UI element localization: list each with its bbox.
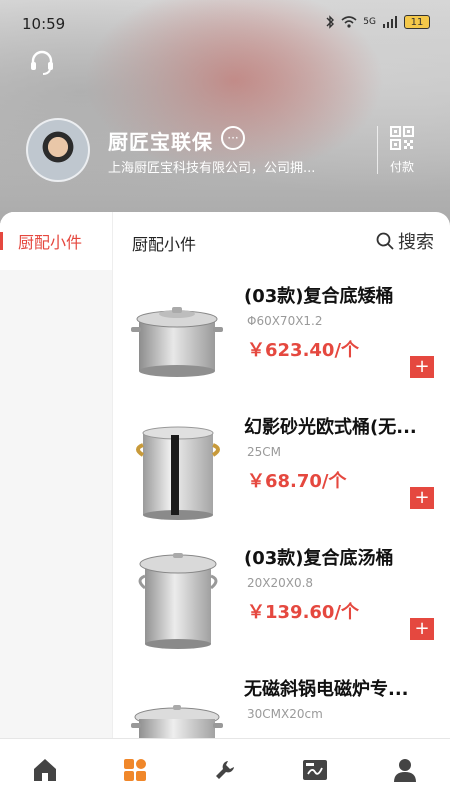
more-options-button[interactable]: ··· <box>221 126 245 150</box>
nav-home[interactable] <box>20 750 70 790</box>
bottom-navigation <box>0 738 450 800</box>
network-type: 5G <box>363 17 376 27</box>
product-image <box>131 307 223 377</box>
plus-icon: + <box>414 487 430 508</box>
wrench-icon <box>216 760 234 779</box>
category-title: 厨配小件 <box>132 235 197 254</box>
status-bar: 10:59 5G 11 <box>0 0 450 48</box>
company-name: 厨匠宝联保 <box>108 130 213 154</box>
grid-icon <box>124 758 146 781</box>
sidebar-item-kitchen-accessories[interactable]: 厨配小件 <box>0 212 112 270</box>
product-spec: 20X20X0.8 <box>247 576 314 590</box>
search-icon <box>376 232 394 250</box>
product-price: ￥139.60/个 <box>247 602 360 623</box>
product-price: ￥68.70/个 <box>247 471 347 492</box>
product-spec: Φ60X70X1.2 <box>247 314 323 328</box>
status-icons: 5G 11 <box>325 15 430 29</box>
search-label: 搜索 <box>398 232 434 253</box>
nav-categories[interactable] <box>110 750 160 790</box>
avatar[interactable] <box>26 118 90 182</box>
qr-code-icon <box>390 126 414 150</box>
product-spec: 30CMX20cm <box>247 707 323 721</box>
product-item[interactable]: 幻影砂光欧式桶(无... 25CM ￥68.70/个 + <box>113 405 450 535</box>
nav-payment[interactable] <box>290 750 340 790</box>
payment-card-icon <box>303 759 327 780</box>
category-sidebar: 厨配小件 <box>0 212 113 738</box>
product-name: 无磁斜锅电磁炉专... <box>244 679 409 700</box>
pay-button[interactable]: 付款 <box>388 126 416 175</box>
wifi-icon <box>341 16 357 28</box>
product-image <box>136 426 220 520</box>
plus-icon: + <box>414 618 430 639</box>
product-image <box>138 553 218 649</box>
product-list-panel: 厨配小件 搜索 (03款)复合底矮桶 Φ60X70X1.2 ￥623.40/个 … <box>113 212 450 738</box>
add-to-cart-button[interactable]: + <box>410 618 434 640</box>
add-to-cart-button[interactable]: + <box>410 356 434 378</box>
battery-level: 11 <box>410 16 424 28</box>
pay-divider <box>377 126 378 174</box>
plus-icon: + <box>414 356 430 377</box>
product-spec: 25CM <box>247 445 282 459</box>
ellipsis-circle-icon: ··· <box>227 131 239 145</box>
product-price: ￥623.40/个 <box>247 340 360 361</box>
nav-profile[interactable] <box>380 750 430 790</box>
search-button[interactable]: 搜索 <box>376 228 434 254</box>
pay-label: 付款 <box>389 160 414 174</box>
user-icon <box>394 758 416 782</box>
product-image <box>131 705 223 738</box>
status-time: 10:59 <box>22 15 66 33</box>
product-name: (03款)复合底汤桶 <box>244 548 394 569</box>
product-item[interactable]: 无磁斜锅电磁炉专... 30CMX20cm <box>113 667 450 738</box>
add-to-cart-button[interactable]: + <box>410 487 434 509</box>
product-name: (03款)复合底矮桶 <box>244 286 394 307</box>
bluetooth-icon <box>326 15 335 29</box>
sidebar-item-label: 厨配小件 <box>18 233 83 252</box>
signal-icon <box>383 16 397 28</box>
nav-service[interactable] <box>200 750 250 790</box>
home-icon <box>34 758 56 781</box>
customer-service-icon[interactable] <box>28 48 56 76</box>
product-item[interactable]: (03款)复合底矮桶 Φ60X70X1.2 ￥623.40/个 + <box>113 274 450 404</box>
main-sheet: 厨配小件 厨配小件 搜索 (03款)复合底矮桶 Φ60X70X1.2 ￥623.… <box>0 212 450 738</box>
battery-icon: 11 <box>404 15 430 29</box>
company-description: 上海厨匠宝科技有限公司，公司拥... <box>108 161 316 176</box>
product-name: 幻影砂光欧式桶(无... <box>244 417 417 438</box>
product-item[interactable]: (03款)复合底汤桶 20X20X0.8 ￥139.60/个 + <box>113 536 450 666</box>
